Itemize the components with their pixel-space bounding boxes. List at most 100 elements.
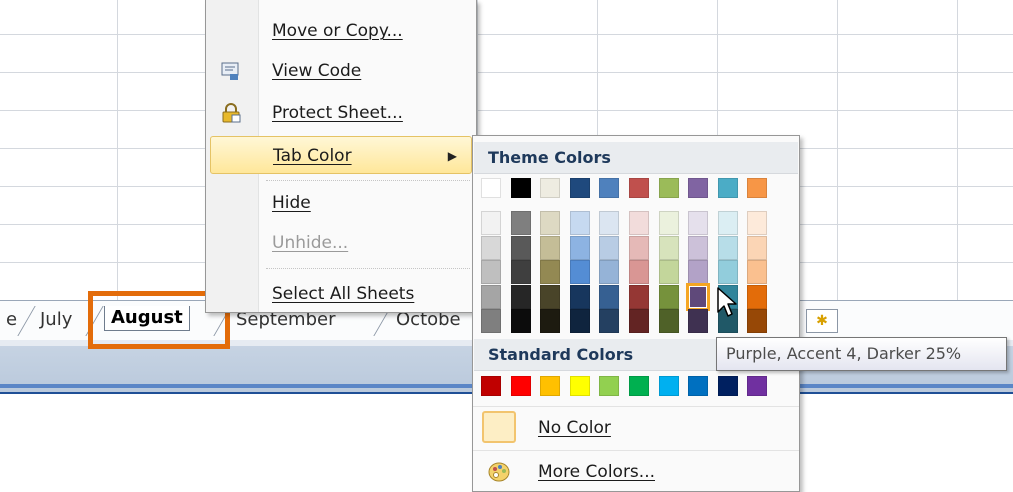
theme-shade-swatch[interactable] bbox=[540, 260, 561, 284]
tab-color-palette: Theme Colors Standard Colors No Color Mo… bbox=[472, 135, 800, 492]
theme-shade-swatch[interactable] bbox=[686, 282, 711, 311]
theme-shade-swatch[interactable] bbox=[569, 309, 590, 333]
theme-shade-swatch[interactable] bbox=[569, 260, 590, 284]
theme-shade-swatch[interactable] bbox=[629, 284, 649, 309]
theme-shade-swatch[interactable] bbox=[540, 284, 561, 309]
palette-separator bbox=[473, 450, 799, 451]
theme-color-swatch[interactable] bbox=[481, 178, 501, 198]
theme-shade-swatch[interactable] bbox=[688, 235, 709, 260]
theme-shade-swatch[interactable] bbox=[599, 284, 620, 309]
menu-item-select-all-sheets[interactable]: Select All Sheets bbox=[210, 275, 472, 313]
menu-item-label: Move or Copy... bbox=[272, 21, 403, 41]
theme-color-swatch[interactable] bbox=[717, 178, 738, 198]
theme-shade-swatch[interactable] bbox=[688, 260, 709, 284]
standard-color-swatch[interactable] bbox=[510, 376, 531, 396]
theme-shade-swatch[interactable] bbox=[569, 211, 590, 235]
standard-color-swatch[interactable] bbox=[658, 376, 679, 396]
theme-shade-swatch[interactable] bbox=[481, 235, 501, 260]
theme-color-swatch[interactable] bbox=[540, 178, 561, 198]
color-palette-icon bbox=[488, 461, 510, 483]
theme-shade-swatch[interactable] bbox=[510, 235, 531, 260]
theme-shade-swatch[interactable] bbox=[658, 211, 679, 235]
theme-color-swatch[interactable] bbox=[688, 178, 709, 198]
theme-shade-swatch[interactable] bbox=[599, 211, 620, 235]
theme-shade-swatch[interactable] bbox=[747, 284, 768, 309]
theme-shade-swatch[interactable] bbox=[481, 211, 501, 235]
menu-item-move-or-copy[interactable]: Move or Copy... bbox=[210, 12, 472, 50]
protect-sheet-icon bbox=[220, 102, 242, 124]
theme-shade-swatch[interactable] bbox=[747, 235, 768, 260]
no-color-swatch-icon bbox=[482, 411, 516, 443]
menu-item-label: Unhide... bbox=[272, 233, 349, 253]
standard-color-swatch[interactable] bbox=[540, 376, 561, 396]
theme-shade-swatch[interactable] bbox=[481, 260, 501, 284]
standard-color-swatch[interactable] bbox=[717, 376, 738, 396]
menu-item-unhide: Unhide... bbox=[210, 224, 472, 262]
view-code-icon bbox=[220, 60, 242, 82]
theme-shade-swatch[interactable] bbox=[629, 235, 649, 260]
theme-shade-swatch[interactable] bbox=[569, 284, 590, 309]
theme-shade-swatch[interactable] bbox=[510, 284, 531, 309]
theme-colors-header: Theme Colors bbox=[474, 142, 798, 174]
theme-shade-swatch[interactable] bbox=[717, 235, 738, 260]
theme-shade-swatch[interactable] bbox=[569, 235, 590, 260]
menu-separator bbox=[266, 180, 470, 181]
no-color-label: No Color bbox=[538, 418, 611, 438]
menu-item-label: Protect Sheet... bbox=[272, 103, 403, 123]
theme-shade-swatch[interactable] bbox=[747, 309, 768, 333]
standard-color-swatch[interactable] bbox=[569, 376, 590, 396]
no-color-item[interactable]: No Color bbox=[474, 408, 798, 448]
theme-shade-swatch[interactable] bbox=[658, 260, 679, 284]
color-tooltip: Purple, Accent 4, Darker 25% bbox=[716, 337, 1007, 371]
theme-shade-swatch[interactable] bbox=[688, 211, 709, 235]
theme-shade-swatch[interactable] bbox=[481, 284, 501, 309]
menu-item-view-code[interactable]: View Code bbox=[210, 52, 472, 90]
theme-shade-swatch[interactable] bbox=[629, 211, 649, 235]
standard-color-swatch[interactable] bbox=[747, 376, 768, 396]
theme-shade-swatch[interactable] bbox=[717, 260, 738, 284]
theme-shade-swatch[interactable] bbox=[599, 235, 620, 260]
theme-shade-swatch[interactable] bbox=[688, 309, 709, 333]
more-colors-item[interactable]: More Colors... bbox=[474, 452, 798, 492]
theme-shade-swatch[interactable] bbox=[629, 260, 649, 284]
menu-item-label: Select All Sheets bbox=[272, 284, 415, 304]
menu-item-label: Tab Color bbox=[273, 146, 352, 166]
theme-shade-swatch[interactable] bbox=[540, 211, 561, 235]
menu-item-protect-sheet[interactable]: Protect Sheet... bbox=[210, 94, 472, 132]
theme-color-swatch[interactable] bbox=[747, 178, 768, 198]
context-menu: Move or Copy... View Code Protect Sheet.… bbox=[205, 0, 477, 313]
theme-shade-swatch[interactable] bbox=[481, 309, 501, 333]
theme-color-swatch[interactable] bbox=[629, 178, 649, 198]
standard-color-swatch[interactable] bbox=[688, 376, 709, 396]
theme-shade-swatch[interactable] bbox=[599, 260, 620, 284]
theme-color-swatch[interactable] bbox=[510, 178, 531, 198]
theme-shade-swatch[interactable] bbox=[747, 260, 768, 284]
theme-color-swatch[interactable] bbox=[569, 178, 590, 198]
theme-shade-swatch[interactable] bbox=[658, 309, 679, 333]
theme-shade-swatch[interactable] bbox=[717, 211, 738, 235]
theme-shade-swatch[interactable] bbox=[510, 260, 531, 284]
mouse-pointer-icon bbox=[717, 287, 737, 317]
standard-color-swatch[interactable] bbox=[629, 376, 649, 396]
standard-color-swatch[interactable] bbox=[599, 376, 620, 396]
theme-shade-swatch[interactable] bbox=[510, 309, 531, 333]
theme-color-swatch[interactable] bbox=[599, 178, 620, 198]
theme-shade-swatch[interactable] bbox=[747, 211, 768, 235]
theme-shade-swatch[interactable] bbox=[658, 284, 679, 309]
menu-item-tab-color[interactable]: Tab Color ▶ bbox=[210, 136, 472, 174]
theme-shade-swatch[interactable] bbox=[658, 235, 679, 260]
sheet-tab-july[interactable]: July bbox=[34, 306, 78, 334]
menu-item-label: View Code bbox=[272, 61, 362, 81]
theme-shade-swatch[interactable] bbox=[629, 309, 649, 333]
menu-item-hide[interactable]: Hide bbox=[210, 184, 472, 222]
theme-shade-swatch[interactable] bbox=[510, 211, 531, 235]
menu-separator bbox=[266, 268, 470, 269]
palette-separator bbox=[473, 406, 799, 407]
theme-shade-swatch[interactable] bbox=[540, 235, 561, 260]
insert-sheet-icon[interactable]: ✱ bbox=[806, 309, 838, 333]
theme-shade-swatch[interactable] bbox=[540, 309, 561, 333]
theme-shade-swatch[interactable] bbox=[599, 309, 620, 333]
more-colors-label: More Colors... bbox=[538, 462, 655, 482]
standard-color-swatch[interactable] bbox=[481, 376, 501, 396]
theme-color-swatch[interactable] bbox=[658, 178, 679, 198]
